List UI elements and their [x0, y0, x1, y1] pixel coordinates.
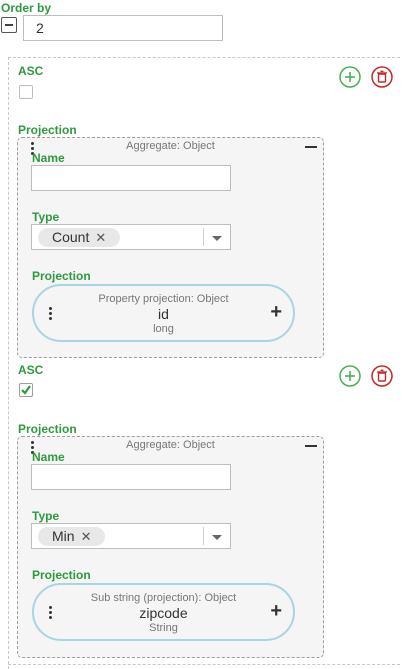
caret-down-icon-1[interactable]: [212, 236, 222, 241]
pill-name-1: id: [158, 306, 169, 322]
pill-name-2: zipcode: [139, 605, 188, 621]
inner-projection-label-1: Projection: [32, 269, 91, 283]
delete-entry-1-trash-icon[interactable]: [371, 66, 393, 88]
select-divider-1: [203, 228, 204, 246]
select-divider-2: [203, 527, 204, 545]
order-by-label: Order by: [1, 1, 52, 15]
asc-checkbox-1[interactable]: [19, 85, 33, 99]
projection-label-2: Projection: [18, 422, 77, 436]
collapse-aggregate-1-minus-icon[interactable]: [305, 146, 317, 148]
name-input-1[interactable]: [31, 165, 231, 191]
pill-type-2: String: [149, 622, 178, 634]
pill-type-1: long: [153, 323, 174, 335]
caret-down-icon-2[interactable]: [212, 535, 222, 540]
type-label-1: Type: [32, 210, 60, 224]
aggregate-box-2: Aggregate: Object Name Type Min ✕ Project…: [17, 436, 324, 658]
name-label-2: Name: [32, 450, 65, 464]
asc-label-1: ASC: [18, 64, 44, 78]
type-chip-1: Count ✕: [38, 228, 121, 247]
name-label-1: Name: [32, 151, 65, 165]
checkmark-icon: [21, 385, 31, 395]
type-chip-2-value: Min: [52, 528, 75, 544]
type-chip-2: Min ✕: [38, 527, 106, 546]
collapse-icon[interactable]: [1, 17, 17, 33]
pill-title-2: Sub string (projection): Object: [90, 592, 237, 604]
order-by-input[interactable]: [23, 15, 223, 41]
name-input-2[interactable]: [31, 464, 231, 490]
chip-remove-1-close-icon[interactable]: ✕: [95, 230, 106, 245]
substring-projection-pill-2: Sub string (projection): Object zipcode …: [32, 583, 295, 641]
order-by-container-bottom: [8, 664, 400, 665]
inner-projection-label-2: Projection: [32, 568, 91, 582]
type-label-2: Type: [32, 509, 60, 523]
type-chip-1-value: Count: [52, 229, 90, 245]
pill-add-2-plus-icon[interactable]: +: [270, 600, 282, 623]
add-entry-1-plus-circle-icon[interactable]: [339, 66, 361, 88]
pill-title-1: Property projection: Object: [98, 293, 229, 305]
property-projection-pill-1: Property projection: Object id long +: [32, 284, 295, 342]
projection-label-1: Projection: [18, 123, 77, 137]
add-entry-2-plus-circle-icon[interactable]: [339, 365, 361, 387]
pill-add-1-plus-icon[interactable]: +: [270, 301, 282, 324]
chip-remove-2-close-icon[interactable]: ✕: [81, 529, 92, 544]
collapse-aggregate-2-minus-icon[interactable]: [305, 445, 317, 447]
delete-entry-2-trash-icon[interactable]: [371, 365, 393, 387]
asc-label-2: ASC: [18, 363, 44, 377]
type-select-1[interactable]: Count ✕: [31, 224, 231, 250]
aggregate-box-1: Aggregate: Object Name Type Count ✕ Proje…: [17, 137, 324, 358]
asc-checkbox-2[interactable]: [19, 383, 33, 397]
type-select-2[interactable]: Min ✕: [31, 523, 231, 549]
